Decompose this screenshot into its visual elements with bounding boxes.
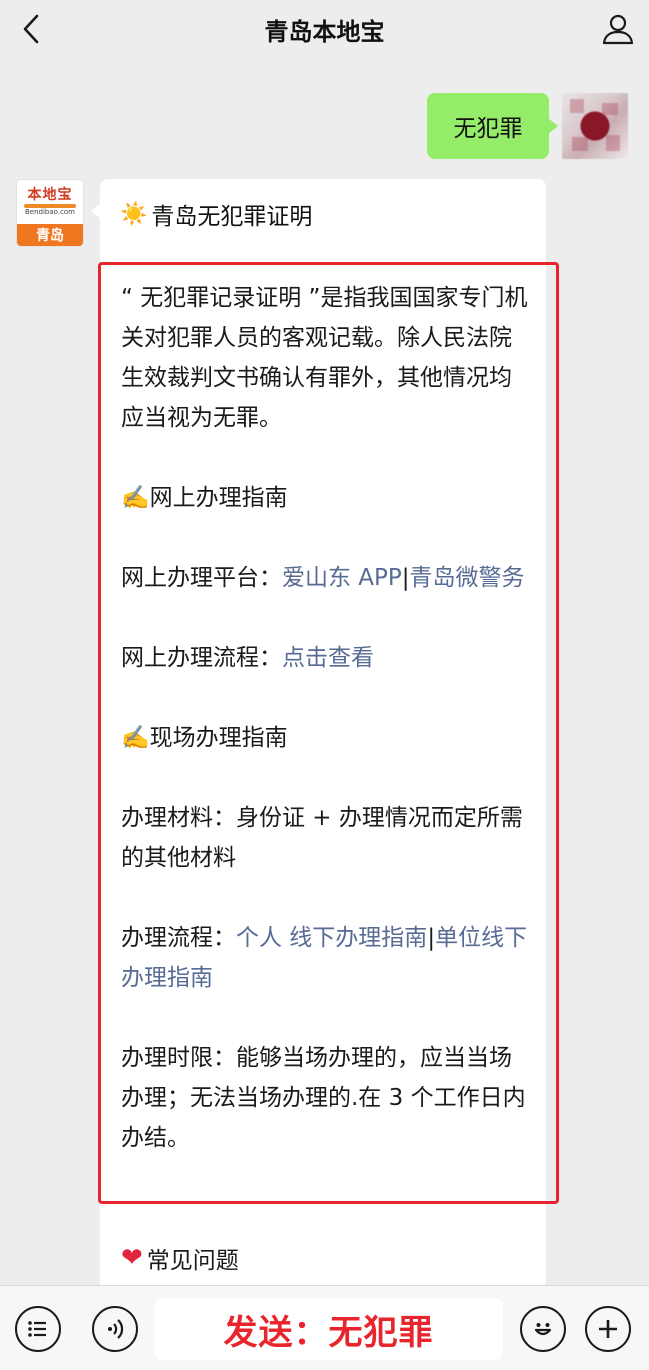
menu-button[interactable]: [15, 1306, 61, 1352]
bot-avatar-domain: Bendibao.com: [24, 208, 75, 216]
outgoing-message-text: 无犯罪: [453, 116, 523, 142]
person-icon: [602, 14, 634, 45]
page-title: 青岛本地宝: [264, 17, 385, 46]
link-aishandong-app[interactable]: 爱山东 APP: [282, 565, 402, 591]
writing-hand-icon: ✍️: [121, 725, 150, 751]
link-personal-guide[interactable]: 个人 线下办理指南: [236, 925, 427, 951]
voice-button[interactable]: [92, 1306, 138, 1352]
avatar-pixel: [602, 103, 618, 115]
online-process-row: 网上办理流程：点击查看: [121, 638, 533, 678]
avatar-pixel: [606, 135, 620, 151]
outgoing-message-bubble[interactable]: 无犯罪: [427, 93, 558, 159]
intro-paragraph: “ 无犯罪记录证明 ”是指我国国家专门机关对犯罪人员的客观记载。除人民法院生效裁…: [121, 285, 528, 431]
bottom-input-bar: 发送：无犯罪: [0, 1285, 649, 1370]
back-button[interactable]: [14, 12, 48, 46]
writing-hand-icon: ✍️: [121, 485, 150, 511]
online-platform-label: 网上办理平台：: [121, 565, 282, 591]
faq-label: 常见问题: [146, 1248, 239, 1274]
message-input-text: 发送：无犯罪: [223, 1312, 434, 1353]
link-view-process[interactable]: 点击查看: [282, 645, 374, 671]
bot-avatar-brand: 本地宝: [27, 187, 73, 203]
bot-avatar-city: 青岛: [17, 224, 83, 246]
avatar-pixel: [572, 137, 588, 151]
online-heading: 网上办理指南: [149, 485, 288, 511]
materials-paragraph: 办理材料：身份证 + 办理情况而定所需的其他材料: [121, 805, 523, 871]
process-label: 办理流程：: [121, 925, 236, 951]
heart-icon: ❤: [121, 1243, 143, 1273]
card-content: “ 无犯罪记录证明 ”是指我国国家专门机关对犯罪人员的客观记载。除人民法院生效裁…: [121, 278, 533, 1158]
emoji-button[interactable]: [520, 1306, 566, 1352]
avatar-pixel: [570, 99, 584, 113]
onsite-heading: 现场办理指南: [149, 725, 288, 751]
smiley-icon: [534, 1323, 552, 1336]
user-avatar[interactable]: [562, 93, 628, 159]
voice-icon: [108, 1319, 124, 1339]
time-limit-paragraph: 办理时限：能够当场办理的，应当当场办理；无法当场办理的.在 3 个工作日内办结。: [121, 1045, 526, 1151]
separator: |: [427, 925, 436, 951]
card-title-row: ☀️ 青岛无犯罪证明: [120, 197, 312, 231]
more-button[interactable]: [585, 1306, 631, 1352]
link-qingdao-weijingwu[interactable]: 青岛微警务: [410, 565, 525, 591]
message-input[interactable]: 发送：无犯罪: [154, 1298, 503, 1360]
list-icon: [28, 1321, 46, 1337]
sun-icon: ☀️: [120, 201, 148, 227]
chevron-left-icon: [23, 14, 39, 44]
bot-avatar[interactable]: 本地宝 Bendibao.com 青岛: [17, 180, 83, 246]
top-nav-bar: 青岛本地宝: [0, 0, 649, 58]
online-process-label: 网上办理流程：: [121, 645, 282, 671]
faq-row[interactable]: ❤ 常见问题: [121, 1241, 239, 1275]
separator: |: [401, 565, 410, 591]
profile-button[interactable]: [599, 10, 637, 48]
onsite-heading-row: ✍️现场办理指南: [121, 718, 533, 758]
bot-avatar-logo: 本地宝 Bendibao.com: [17, 180, 83, 224]
card-title: 青岛无犯罪证明: [151, 204, 313, 230]
online-heading-row: ✍️网上办理指南: [121, 478, 533, 518]
plus-icon: [599, 1320, 617, 1338]
online-platform-row: 网上办理平台：爱山东 APP|青岛微警务: [121, 558, 533, 598]
process-row: 办理流程：个人 线下办理指南|单位线下办理指南: [121, 918, 533, 998]
